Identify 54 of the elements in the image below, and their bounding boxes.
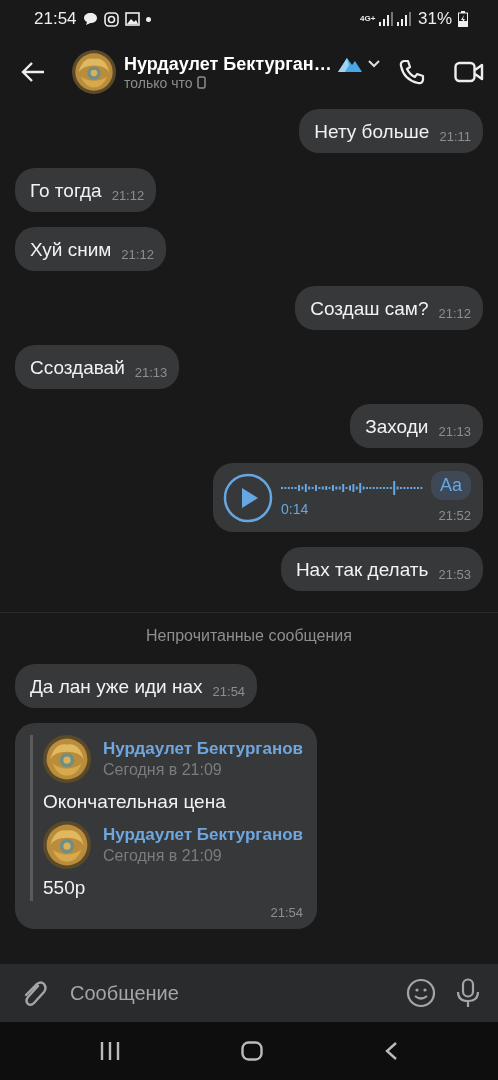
transcribe-button[interactable]: Aa xyxy=(430,471,471,500)
message-text: Создаш сам? xyxy=(310,297,429,321)
author-name[interactable]: Нурдаулет Бектурганов xyxy=(103,825,303,845)
message-text: Заходи xyxy=(365,415,429,439)
forward-date: Сегодня в 21:09 xyxy=(103,847,223,865)
message-text: 550р xyxy=(43,876,87,900)
avatar xyxy=(43,735,91,783)
phone-device-icon xyxy=(196,76,206,89)
battery-icon xyxy=(458,11,468,27)
message-time: 21:11 xyxy=(439,129,471,144)
chevron-down-icon[interactable] xyxy=(367,60,380,68)
home-icon[interactable] xyxy=(241,1041,263,1061)
message-text: Го тогда xyxy=(30,179,102,203)
contact-name[interactable]: Нурдаулет Бектурган… xyxy=(124,53,332,75)
message-text: Ссоздавай xyxy=(30,356,125,380)
message-time: 21:54 xyxy=(270,905,303,920)
chat-icon xyxy=(82,12,98,26)
message-time: 21:13 xyxy=(134,365,168,380)
message-time: 21:13 xyxy=(438,424,471,439)
video-call-icon[interactable] xyxy=(454,61,484,83)
message-text: Нету больше xyxy=(314,120,430,144)
back-arrow-icon[interactable] xyxy=(20,61,46,83)
unread-divider: Непрочитанные сообщения xyxy=(0,612,498,649)
battery-percent: 31% xyxy=(417,9,452,29)
message-time: 21:54 xyxy=(212,684,246,699)
message-time: 21:52 xyxy=(438,508,471,523)
last-seen: только что xyxy=(124,74,193,91)
message-time: 21:12 xyxy=(121,247,154,262)
signal-icon xyxy=(377,12,412,26)
message-input[interactable]: Сообщение xyxy=(68,980,386,1006)
back-icon[interactable] xyxy=(383,1041,398,1061)
voice-duration: 0:14 xyxy=(280,500,310,517)
clock: 21:54 xyxy=(34,9,77,29)
message-text: Да лан уже иди нах xyxy=(30,675,203,699)
author-name[interactable]: Нурдаулет Бектурганов xyxy=(103,739,303,759)
avatar xyxy=(72,50,116,94)
image-icon xyxy=(124,12,140,26)
message-time: 21:53 xyxy=(438,567,471,582)
message-text: Хуй сним xyxy=(30,238,112,262)
message-time: 21:12 xyxy=(438,306,471,321)
message-composer[interactable]: Сообщение xyxy=(0,964,498,1022)
camera-icon xyxy=(103,11,119,27)
recent-apps-icon[interactable] xyxy=(100,1042,121,1060)
message-text: Окончательная цена xyxy=(43,790,227,814)
avatar xyxy=(43,821,91,869)
play-button[interactable] xyxy=(222,472,273,523)
emoji-icon[interactable] xyxy=(406,978,436,1008)
dot-icon xyxy=(145,16,151,22)
message-text: Нах так делать xyxy=(295,558,429,582)
message-time: 21:12 xyxy=(111,188,145,203)
forward-date: Сегодня в 21:09 xyxy=(103,761,223,779)
phone-icon[interactable] xyxy=(398,58,426,86)
mountain-icon xyxy=(337,56,362,72)
microphone-icon[interactable] xyxy=(456,978,480,1008)
